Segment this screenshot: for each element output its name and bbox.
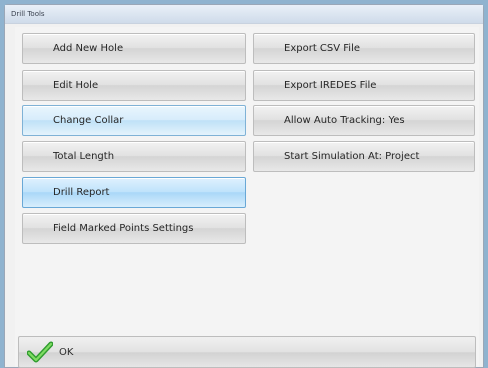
start-simulation-button[interactable]: Start Simulation At: Project: [253, 141, 475, 172]
add-new-hole-button[interactable]: Add New Hole: [22, 33, 246, 64]
title-bar: Drill Tools: [5, 5, 483, 24]
export-iredes-file-label: Export IREDES File: [284, 80, 377, 91]
start-simulation-label: Start Simulation At: Project: [284, 151, 420, 162]
export-iredes-file-button[interactable]: Export IREDES File: [253, 70, 475, 101]
drill-report-button[interactable]: Drill Report: [22, 177, 246, 208]
total-length-button[interactable]: Total Length: [22, 141, 246, 172]
field-marked-points-settings-label: Field Marked Points Settings: [53, 223, 194, 234]
change-collar-button[interactable]: Change Collar: [22, 105, 246, 136]
window-title: Drill Tools: [11, 10, 45, 18]
total-length-label: Total Length: [53, 151, 115, 162]
add-new-hole-label: Add New Hole: [53, 43, 124, 54]
edit-hole-button[interactable]: Edit Hole: [22, 70, 246, 101]
allow-auto-tracking-button[interactable]: Allow Auto Tracking: Yes: [253, 105, 475, 136]
drill-report-label: Drill Report: [53, 187, 110, 198]
checkmark-icon: [27, 341, 53, 363]
field-marked-points-settings-button[interactable]: Field Marked Points Settings: [22, 213, 246, 244]
export-csv-file-button[interactable]: Export CSV File: [253, 33, 475, 64]
ok-button[interactable]: OK: [18, 336, 476, 368]
ok-label: OK: [59, 346, 74, 358]
change-collar-label: Change Collar: [53, 115, 124, 126]
allow-auto-tracking-label: Allow Auto Tracking: Yes: [284, 115, 405, 126]
edit-hole-label: Edit Hole: [53, 80, 99, 91]
export-csv-file-label: Export CSV File: [284, 43, 360, 54]
